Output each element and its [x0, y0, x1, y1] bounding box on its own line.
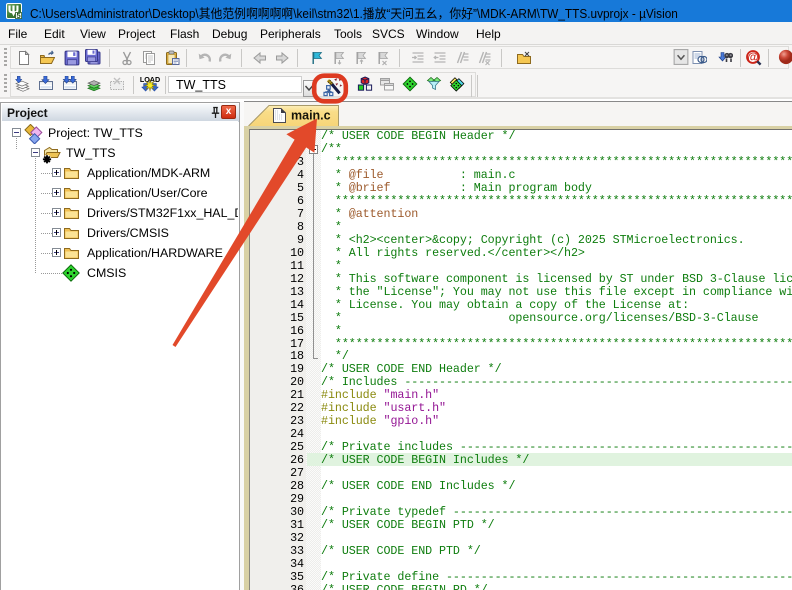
svg-text:main.c: main.c [291, 109, 331, 123]
svg-text:5: 5 [17, 11, 21, 19]
